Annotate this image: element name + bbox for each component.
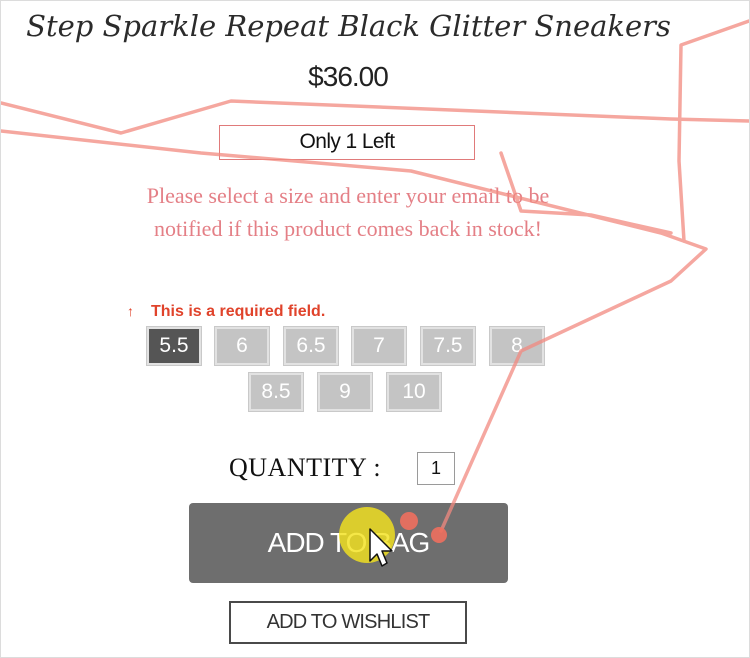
size-option-7[interactable]: 7 bbox=[351, 326, 407, 366]
notify-message: Please select a size and enter your emai… bbox=[146, 183, 550, 241]
product-title: Step Sparkle Repeat Black Glitter Sneake… bbox=[26, 9, 671, 43]
required-field-text: This is a required field. bbox=[151, 303, 326, 320]
size-option-5-5[interactable]: 5.5 bbox=[146, 326, 202, 366]
size-option-6-5[interactable]: 6.5 bbox=[283, 326, 339, 366]
size-option-9[interactable]: 9 bbox=[317, 372, 373, 412]
size-option-8-5[interactable]: 8.5 bbox=[248, 372, 304, 412]
product-detail-panel: Step Sparkle Repeat Black Glitter Sneake… bbox=[0, 0, 750, 658]
add-to-bag-button[interactable]: ADD TO BAG bbox=[189, 503, 508, 583]
size-option-6[interactable]: 6 bbox=[214, 326, 270, 366]
size-option-7-5[interactable]: 7.5 bbox=[420, 326, 476, 366]
required-field-error: ↑ This is a required field. bbox=[127, 303, 325, 321]
size-option-10[interactable]: 10 bbox=[386, 372, 442, 412]
stock-badge: Only 1 Left bbox=[219, 125, 475, 160]
quantity-label: QUANTITY : bbox=[229, 453, 382, 482]
add-to-wishlist-button[interactable]: ADD TO WISHLIST bbox=[229, 601, 467, 644]
size-option-8[interactable]: 8 bbox=[489, 326, 545, 366]
quantity-input[interactable]: 1 bbox=[417, 452, 455, 485]
product-price: $36.00 bbox=[308, 61, 389, 92]
arrow-up-icon: ↑ bbox=[127, 303, 134, 319]
